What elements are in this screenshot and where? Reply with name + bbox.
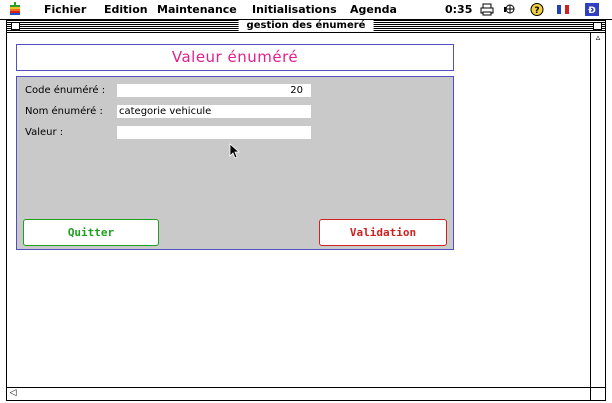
horizontal-scrollbar[interactable]: ◁: [7, 387, 605, 400]
form-title: Valeur énuméré: [171, 48, 299, 66]
form-panel: Code énuméré : 20 Nom énuméré : categori…: [16, 76, 454, 250]
flag-icon[interactable]: [556, 3, 570, 16]
vertical-scrollbar[interactable]: ▵: [590, 33, 605, 389]
nom-input[interactable]: categorie vehicule: [117, 105, 311, 118]
validate-button[interactable]: Validation: [319, 219, 447, 246]
zoom-box-icon[interactable]: [593, 22, 602, 30]
window-titlebar[interactable]: gestion des énumeré: [7, 20, 605, 33]
apple-icon[interactable]: [8, 2, 22, 16]
close-box-icon[interactable]: [11, 22, 20, 30]
quit-button[interactable]: Quitter: [23, 219, 159, 246]
network-icon[interactable]: [503, 3, 517, 16]
svg-text:?: ?: [534, 6, 539, 16]
code-input[interactable]: 20: [117, 84, 311, 97]
valeur-label: Valeur :: [25, 127, 64, 138]
valeur-input[interactable]: [117, 126, 311, 139]
form-header: Valeur énuméré: [16, 44, 454, 71]
menu-agenda[interactable]: Agenda: [350, 3, 397, 16]
app-icon[interactable]: Ð: [585, 3, 599, 16]
scroll-left-icon[interactable]: ◁: [7, 388, 19, 399]
svg-text:Ð: Ð: [588, 6, 596, 16]
scroll-up-icon[interactable]: ▵: [592, 33, 604, 44]
menu-maintenance[interactable]: Maintenance: [157, 3, 237, 16]
menu-bar: Fichier Edition Maintenance Initialisati…: [0, 0, 612, 20]
resize-grow-icon[interactable]: [590, 387, 605, 400]
mouse-cursor-icon: [229, 143, 241, 159]
menu-edition[interactable]: Edition: [104, 3, 148, 16]
menu-initialisations[interactable]: Initialisations: [252, 3, 337, 16]
clock: 0:35: [445, 3, 473, 16]
window-title: gestion des énumeré: [238, 20, 374, 32]
nom-label: Nom énuméré :: [25, 106, 103, 117]
printer-icon[interactable]: [480, 3, 494, 16]
help-icon[interactable]: ?: [530, 3, 544, 16]
menu-fichier[interactable]: Fichier: [44, 3, 86, 16]
code-label: Code énuméré :: [25, 85, 106, 96]
